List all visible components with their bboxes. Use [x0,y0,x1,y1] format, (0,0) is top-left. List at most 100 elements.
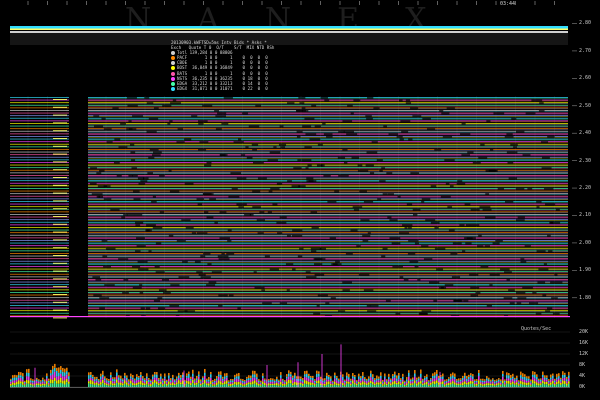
volume-bar [164,378,166,381]
volume-bar [52,379,54,384]
volume-bar [176,384,178,387]
volume-bar [556,379,558,382]
volume-bar [538,380,540,382]
volume-bar [116,379,118,383]
volume-bar [352,383,354,387]
volume-bar [376,382,378,385]
volume-bar [310,385,312,387]
volume-bar [192,376,194,380]
volume-bar [522,379,524,382]
volume-bar [338,380,340,382]
volume-bar [318,383,320,387]
volume-bar [518,384,520,386]
volume-bar [68,381,70,384]
volume-bar [62,376,64,381]
volume-bar [88,372,90,376]
volume-bar [270,381,272,384]
volume-bar [274,385,276,387]
volume-bar [476,379,478,381]
volume-bar [364,377,366,380]
volume-bar [566,379,568,382]
volume-bar [206,383,208,385]
volume-bar [414,383,416,387]
volume-bar [390,385,392,387]
volume-bar [536,374,538,378]
volume-bar [342,380,344,383]
volume-bar [494,379,496,382]
volume-bar [92,378,94,382]
volume-bar [450,373,452,377]
volume-bar [366,383,368,386]
volume-bar [238,384,240,387]
volume-bar [20,372,22,376]
volume-bar [102,379,104,384]
volume-bar [556,381,558,385]
volume-bar [488,377,490,380]
volume-bar [494,384,496,386]
volume-bar [492,379,494,382]
volume-bar [156,372,158,375]
volume-bar [160,384,162,387]
volume-bar [372,374,374,378]
volume-bar [300,384,302,387]
volume-bar [384,378,386,383]
volume-bar [450,384,452,387]
volume-bar [260,380,262,383]
volume-bar [408,376,410,381]
volume-bar [100,382,102,385]
volume-bar [470,380,472,384]
volume-bar [254,374,256,378]
volume-bar [520,375,522,379]
volume-bar [42,381,44,384]
volume-bar [236,385,238,387]
volume-bar [472,379,474,382]
volume-bar [116,369,118,373]
volume-bar [120,382,122,385]
volume-bar [544,384,546,387]
volume-bar [442,373,444,377]
volume-bar [162,385,164,387]
volume-bar [206,381,208,384]
volume-bar [466,375,468,379]
volume-bar [230,383,232,386]
volume-bar [32,379,34,381]
volume-bar [504,385,506,387]
volume-bar [422,385,424,387]
volume-bar [48,380,50,383]
volume-bar [384,382,386,385]
volume-bar [174,384,176,386]
volume-bar [226,380,228,384]
volume-bar [28,383,30,387]
volume-bar [538,378,540,381]
volume-bar [378,382,380,385]
volume-bar [436,369,438,374]
volume-bar [198,376,200,380]
volume-bar [416,381,418,384]
volume-bar [246,383,248,386]
volume-bar [130,378,132,381]
volume-bar [370,370,372,374]
volume-bar [284,382,286,385]
volume-bar [124,372,126,376]
volume-bar [176,376,178,379]
volume-bar [472,374,474,377]
volume-bar [58,372,60,377]
volume-bar [476,383,478,386]
volume-bar [448,382,450,386]
volume-bar [422,383,424,386]
volume-bar [254,377,256,381]
volume-bar [560,384,562,387]
volume-bar [218,376,220,381]
volume-bar [284,381,286,383]
volume-bar [326,381,328,385]
volume-bar [426,381,428,385]
volume-bar [40,381,42,383]
volume-bar [132,375,134,378]
volume-bar [194,385,196,387]
volume-bar [66,367,68,372]
volume-bar [208,385,210,387]
volume-bar [100,376,102,380]
volume-bar [522,376,524,380]
volume-bar [282,380,284,382]
volume-bar [476,385,478,387]
